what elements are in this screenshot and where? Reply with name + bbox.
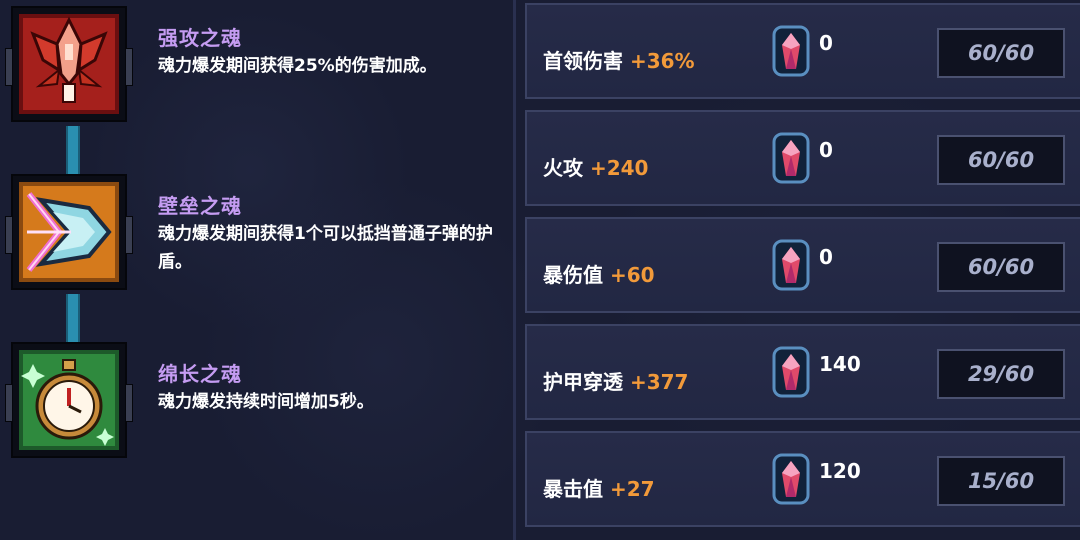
stat-bonus: +240 [589,156,649,180]
stat-label: 火攻 +240 [543,152,648,181]
stat-row[interactable]: 暴击值 +27 120 15/60 [525,431,1080,527]
gem-count: 120 [819,459,861,483]
skill-title: 强攻之魂 [158,26,242,50]
gem-count: 140 [819,352,861,376]
shield-soul-icon[interactable] [5,174,133,290]
panel-divider [513,0,516,540]
stat-name: 暴伤值 [543,263,603,287]
stat-name: 首领伤害 [543,49,623,73]
stat-row[interactable]: 首领伤害 +36% 0 60/60 [525,3,1080,99]
skill-description: 魂力爆发期间获得25%的伤害加成。 [158,56,437,76]
gem-count: 0 [819,31,833,55]
stat-row[interactable]: 火攻 +240 0 60/60 [525,110,1080,206]
soul-gem-icon [772,346,810,398]
attack-soul-icon-art [19,14,119,114]
skill-description: 魂力爆发持续时间增加5秒。 [158,392,374,412]
stat-name: 护甲穿透 [543,370,623,394]
stat-bonus: +36% [629,49,695,73]
stat-bonus: +377 [629,370,689,394]
soul-gem-icon [772,25,810,77]
level-progress: 15/60 [937,456,1065,506]
soul-gem-icon [772,453,810,505]
stat-label: 首领伤害 +36% [543,45,695,74]
stat-bonus: +27 [609,477,655,501]
attack-soul-icon[interactable] [5,6,133,122]
gem-count: 0 [819,138,833,162]
stat-name: 火攻 [543,156,583,180]
stat-row[interactable]: 暴伤值 +60 0 60/60 [525,217,1080,313]
level-progress: 60/60 [937,242,1065,292]
level-progress: 60/60 [937,135,1065,185]
gem-count: 0 [819,245,833,269]
stat-name: 暴击值 [543,477,603,501]
skill-title: 绵长之魂 [158,362,242,386]
soul-skill-list: 强攻之魂 魂力爆发期间获得25%的伤害加成。 壁垒之魂 魂力爆发期间获得1个可以… [0,0,515,540]
stat-bonus: +60 [609,263,655,287]
stat-label: 暴伤值 +60 [543,259,655,288]
skill-description: 魂力爆发期间获得1个可以抵挡普通子弹的护盾。 [158,224,493,272]
stopwatch-soul-icon[interactable] [5,342,133,458]
shield-soul-icon-art [19,182,119,282]
stopwatch-soul-icon-art [19,350,119,450]
skill-title: 壁垒之魂 [158,194,242,218]
stat-label: 护甲穿透 +377 [543,366,688,395]
level-progress: 60/60 [937,28,1065,78]
stat-label: 暴击值 +27 [543,473,655,502]
skill-connector [66,126,80,176]
level-progress: 29/60 [937,349,1065,399]
skill-connector [66,294,80,344]
soul-gem-icon [772,239,810,291]
soul-gem-icon [772,132,810,184]
stat-row[interactable]: 护甲穿透 +377 140 29/60 [525,324,1080,420]
